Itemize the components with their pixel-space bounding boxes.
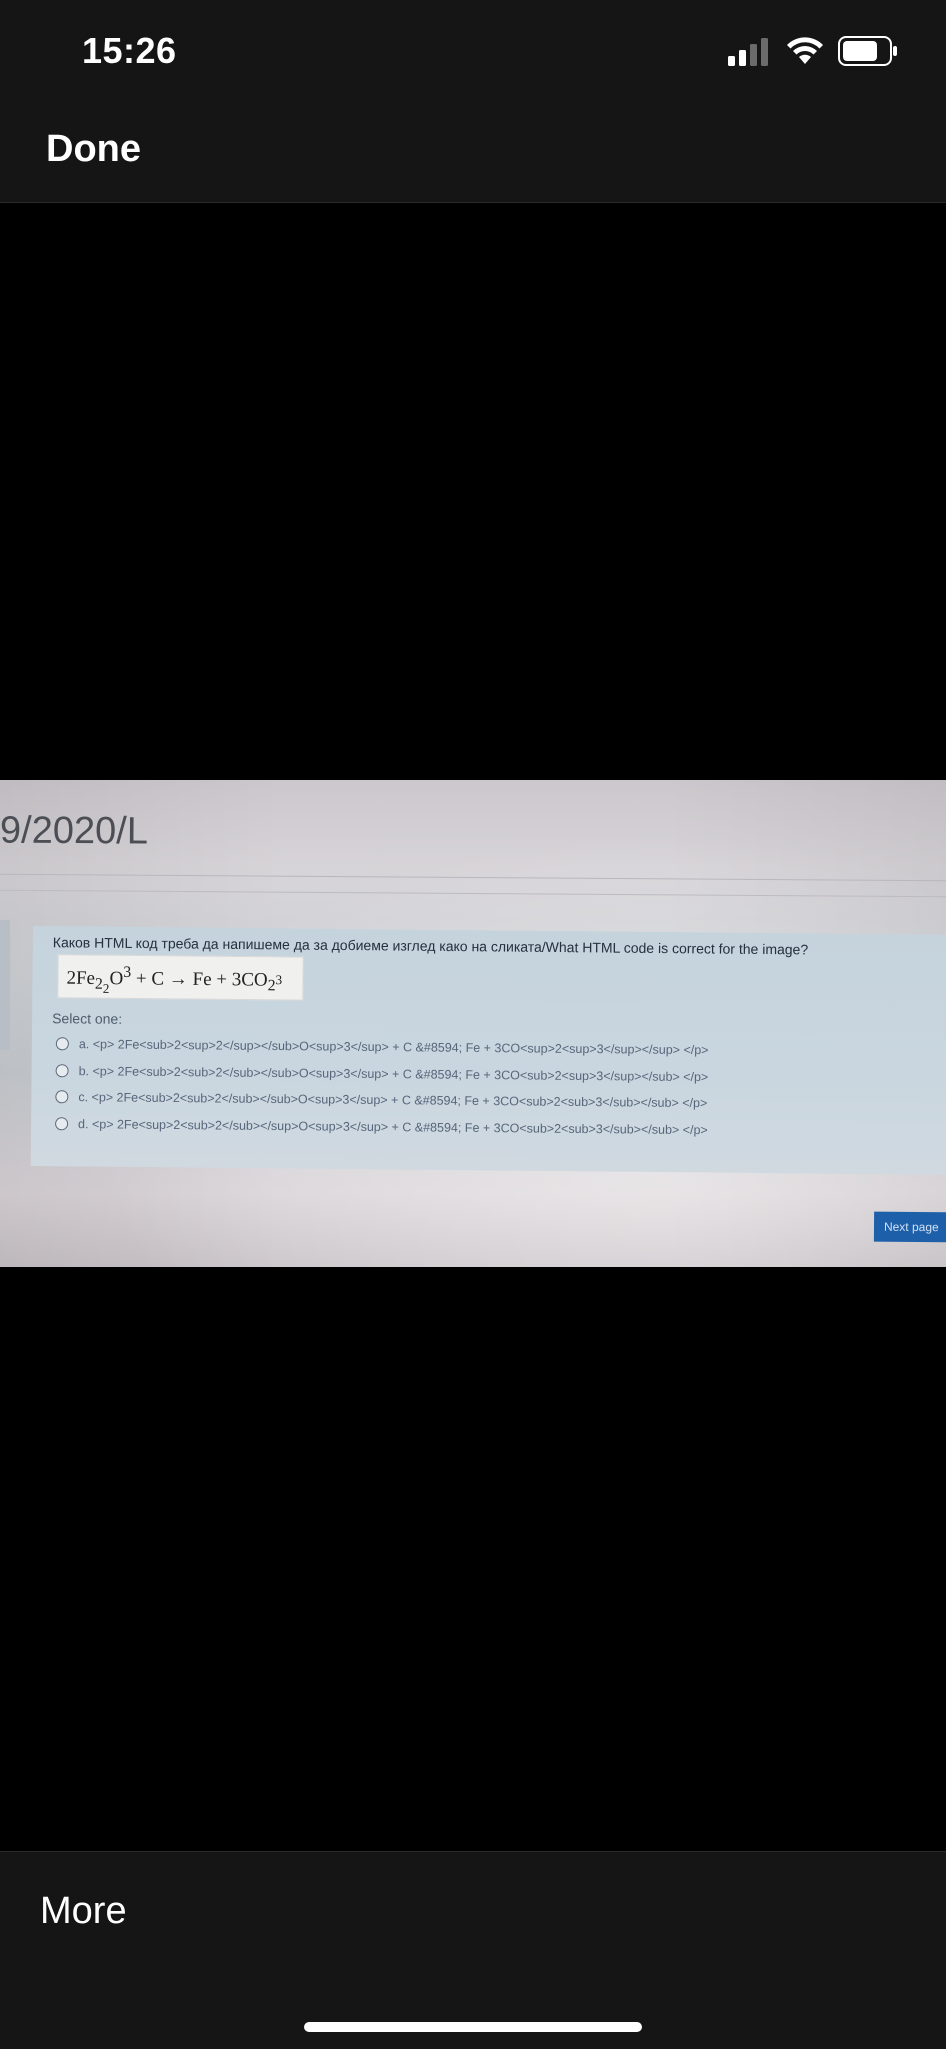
status-time: 15:26: [82, 30, 177, 71]
option-a[interactable]: a. <p> 2Fe<sub>2<sup>2</sup></sub>O<sup>…: [55, 1036, 709, 1064]
home-indicator[interactable]: [304, 2022, 642, 2032]
question-text: Каков HTML код треба да напишеме да за д…: [52, 934, 809, 958]
next-page-button[interactable]: Next page: [873, 1211, 946, 1243]
photo-viewer-image: 9/2020/L Каков HTML код треба да напишем…: [0, 780, 946, 1267]
more-button[interactable]: More: [40, 1890, 127, 1933]
done-button[interactable]: Done: [46, 128, 141, 171]
option-d[interactable]: d. <p> 2Fe<sup>2<sub>2</sub></sup>O<sup>…: [55, 1116, 708, 1144]
radio-icon[interactable]: [55, 1090, 69, 1104]
option-b[interactable]: b. <p> 2Fe<sub>2<sub>2</sub></sub>O<sup>…: [55, 1063, 708, 1091]
wifi-icon: [787, 37, 823, 64]
radio-icon[interactable]: [55, 1117, 69, 1131]
question-box: Каков HTML код треба да напишеме да за д…: [30, 926, 946, 1175]
side-panel-edge: [0, 920, 10, 1050]
battery-icon: [838, 36, 897, 66]
formula-image: 2Fe22O3 + C → Fe + 3CO23: [57, 954, 304, 1001]
select-one-label: Select one:: [52, 1010, 123, 1027]
bottom-bar: More: [0, 1851, 946, 2049]
breadcrumb: 9/2020/L: [0, 809, 149, 853]
option-c[interactable]: c. <p> 2Fe<sub>2<sub>2</sub></sub>O<sup>…: [55, 1089, 707, 1117]
divider: [0, 873, 946, 882]
cellular-signal-icon: [728, 38, 768, 66]
chemical-formula: 2Fe22O3 + C → Fe + 3CO23: [66, 963, 283, 997]
radio-icon[interactable]: [55, 1064, 69, 1078]
nav-bar: Done: [0, 100, 946, 203]
radio-icon[interactable]: [55, 1037, 69, 1051]
status-bar: 15:26: [0, 0, 946, 100]
divider: [0, 889, 946, 898]
